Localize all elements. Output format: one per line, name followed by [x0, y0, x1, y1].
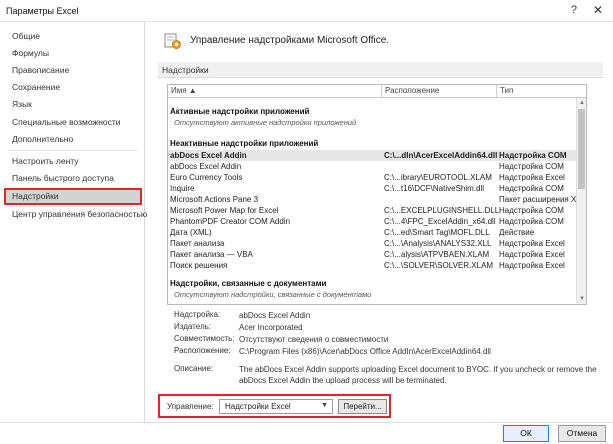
sidebar-item-trust-center[interactable]: Центр управления безопасностью: [4, 206, 147, 223]
table-row[interactable]: Microsoft Actions Pane 3 Пакет расширени…: [168, 194, 586, 205]
row-type: Надстройка Excel: [499, 173, 565, 182]
chevron-down-icon: ▼: [321, 402, 328, 409]
row-location: C:\...ed\Smart Tag\MOFL.DLL: [384, 228, 490, 237]
row-type: Надстройка COM: [499, 184, 564, 193]
table-scrollbar[interactable]: ▲ ▼: [576, 98, 586, 304]
help-icon[interactable]: ?: [571, 4, 577, 16]
sidebar-item-advanced[interactable]: Дополнительно: [4, 131, 142, 148]
column-header-location[interactable]: Расположение: [385, 86, 439, 95]
row-type: Надстройка COM: [499, 206, 564, 215]
table-header: Имя ▲ Расположение Тип: [168, 85, 586, 98]
manage-dropdown-value: Надстройки Excel: [225, 402, 291, 411]
sidebar-divider: [8, 150, 138, 151]
row-name: Пакет анализа — VBA: [170, 250, 253, 259]
sidebar-item-general[interactable]: Общие: [4, 28, 142, 45]
addins-gear-icon: [164, 33, 181, 49]
sidebar-item-proofing[interactable]: Правописание: [4, 62, 142, 79]
active-addins-note: Отсутствуют активные надстройки приложен…: [174, 118, 357, 127]
row-name: abDocs Excel Addin: [170, 151, 247, 160]
window-title: Параметры Excel: [6, 6, 79, 16]
detail-location-label: Расположение:: [174, 346, 231, 355]
scroll-down-icon[interactable]: ▼: [577, 294, 586, 304]
row-name: Поиск решения: [170, 261, 228, 270]
sidebar-item-addins[interactable]: Надстройки: [4, 188, 142, 205]
manage-label: Управление:: [167, 402, 214, 411]
scroll-thumb[interactable]: [578, 109, 585, 189]
detail-location-value: C:\Program Files (x86)\Acer\abDocs Offic…: [239, 347, 491, 356]
table-row[interactable]: Euro Currency Tools C:\...ibrary\EUROTOO…: [168, 172, 586, 183]
row-type: Надстройка COM: [499, 151, 567, 160]
detail-description-label: Описание:: [174, 364, 214, 373]
sidebar-item-language[interactable]: Язык: [4, 96, 142, 113]
sidebar-item-customize-ribbon[interactable]: Настроить ленту: [4, 153, 142, 170]
row-type: Надстройка COM: [499, 217, 564, 226]
detail-publisher-label: Издатель:: [174, 322, 211, 331]
row-name: PhantomPDF Creator COM Addin: [170, 217, 291, 226]
group-inactive-addins: Неактивные надстройки приложений: [170, 139, 319, 148]
row-name: Euro Currency Tools: [170, 173, 243, 182]
go-button[interactable]: Перейти...: [338, 399, 387, 414]
detail-compatibility-value: Отсутствуют сведения о совместимости: [239, 335, 389, 344]
sidebar: Общие Формулы Правописание Сохранение Яз…: [0, 22, 147, 422]
column-divider: [496, 85, 497, 97]
row-location: C:\...4\FPC_ExcelAddin_x64.dll: [384, 217, 496, 226]
sidebar-item-formulas[interactable]: Формулы: [4, 45, 142, 62]
row-type: Пакет расширения XML: [499, 195, 587, 204]
row-type: Надстройка Excel: [499, 250, 565, 259]
detail-compatibility-label: Совместимость:: [174, 334, 235, 343]
detail-addin-label: Надстройка:: [174, 310, 221, 319]
close-icon[interactable]: ✕: [593, 3, 603, 17]
cancel-button[interactable]: Отмена: [558, 425, 606, 442]
row-name: Microsoft Power Map for Excel: [170, 206, 279, 215]
row-name: Microsoft Actions Pane 3: [170, 195, 259, 204]
addins-table: Имя ▲ Расположение Тип Активные надстрой…: [167, 84, 587, 305]
column-header-name[interactable]: Имя ▲: [171, 86, 197, 95]
dialog-footer: ОК Отмена: [0, 422, 613, 444]
row-name: Пакет анализа: [170, 239, 225, 248]
detail-addin-value: abDocs Excel Addin: [239, 311, 311, 320]
detail-publisher-value: Acer Incorporated: [239, 323, 303, 332]
table-row[interactable]: Поиск решения C:\...\SOLVER\SOLVER.XLAM …: [168, 260, 586, 271]
title-bar: Параметры Excel ? ✕: [0, 0, 613, 22]
section-header: Надстройки: [158, 62, 603, 78]
row-type: Надстройка COM: [499, 162, 564, 171]
row-location: C:\...dIn\AcerExcelAddin64.dll: [384, 151, 498, 160]
table-row[interactable]: Пакет анализа — VBA C:\...alysis\ATPVBAE…: [168, 249, 586, 260]
sidebar-item-save[interactable]: Сохранение: [4, 79, 142, 96]
row-location: C:\...t16\DCF\NativeShim.dll: [384, 184, 485, 193]
table-row[interactable]: abDocs Excel Addin Надстройка COM: [168, 161, 586, 172]
table-row[interactable]: Пакет анализа C:\...\Analysis\ANALYS32.X…: [168, 238, 586, 249]
section-title: Надстройки: [162, 65, 209, 75]
row-name: Дата (XML): [170, 228, 212, 237]
row-location: C:\...EXCELPLUGINSHELL.DLL: [384, 206, 500, 215]
table-row[interactable]: Дата (XML) C:\...ed\Smart Tag\MOFL.DLL Д…: [168, 227, 586, 238]
row-type: Надстройка Excel: [499, 239, 565, 248]
row-location: C:\...alysis\ATPVBAEN.XLAM: [384, 250, 490, 259]
scroll-up-icon[interactable]: ▲: [577, 98, 586, 108]
group-document-addins: Надстройки, связанные с документами: [170, 279, 327, 288]
sidebar-item-accessibility[interactable]: Специальные возможности: [4, 114, 142, 131]
row-type: Действие: [499, 228, 535, 237]
main-panel: Управление надстройками Microsoft Office…: [146, 22, 613, 422]
ok-button[interactable]: ОК: [503, 425, 549, 442]
table-row[interactable]: abDocs Excel Addin C:\...dIn\AcerExcelAd…: [168, 150, 586, 161]
row-location: C:\...\SOLVER\SOLVER.XLAM: [384, 261, 494, 270]
manage-dropdown[interactable]: Надстройки Excel ▼: [219, 399, 333, 414]
group-active-addins: Активные надстройки приложений: [170, 107, 310, 116]
table-row[interactable]: PhantomPDF Creator COM Addin C:\...4\FPC…: [168, 216, 586, 227]
manage-addins-row: Управление: Надстройки Excel ▼ Перейти..…: [158, 394, 391, 418]
table-row[interactable]: Microsoft Power Map for Excel C:\...EXCE…: [168, 205, 586, 216]
page-title: Управление надстройками Microsoft Office…: [190, 35, 390, 46]
row-location: C:\...\Analysis\ANALYS32.XLL: [384, 239, 492, 248]
detail-description-value: The abDocs Excel Addin supports uploadin…: [239, 365, 597, 385]
document-addins-note: Отсутствуют надстройки, связанные с доку…: [174, 290, 372, 299]
row-name: abDocs Excel Addin: [170, 162, 242, 171]
table-row[interactable]: Inquire C:\...t16\DCF\NativeShim.dll Над…: [168, 183, 586, 194]
row-type: Надстройка Excel: [499, 261, 565, 270]
sidebar-item-quick-access-toolbar[interactable]: Панель быстрого доступа: [4, 170, 142, 187]
row-name: Inquire: [170, 184, 195, 193]
column-divider: [381, 85, 382, 97]
row-location: C:\...ibrary\EUROTOOL.XLAM: [384, 173, 492, 182]
column-header-type[interactable]: Тип: [500, 86, 513, 95]
